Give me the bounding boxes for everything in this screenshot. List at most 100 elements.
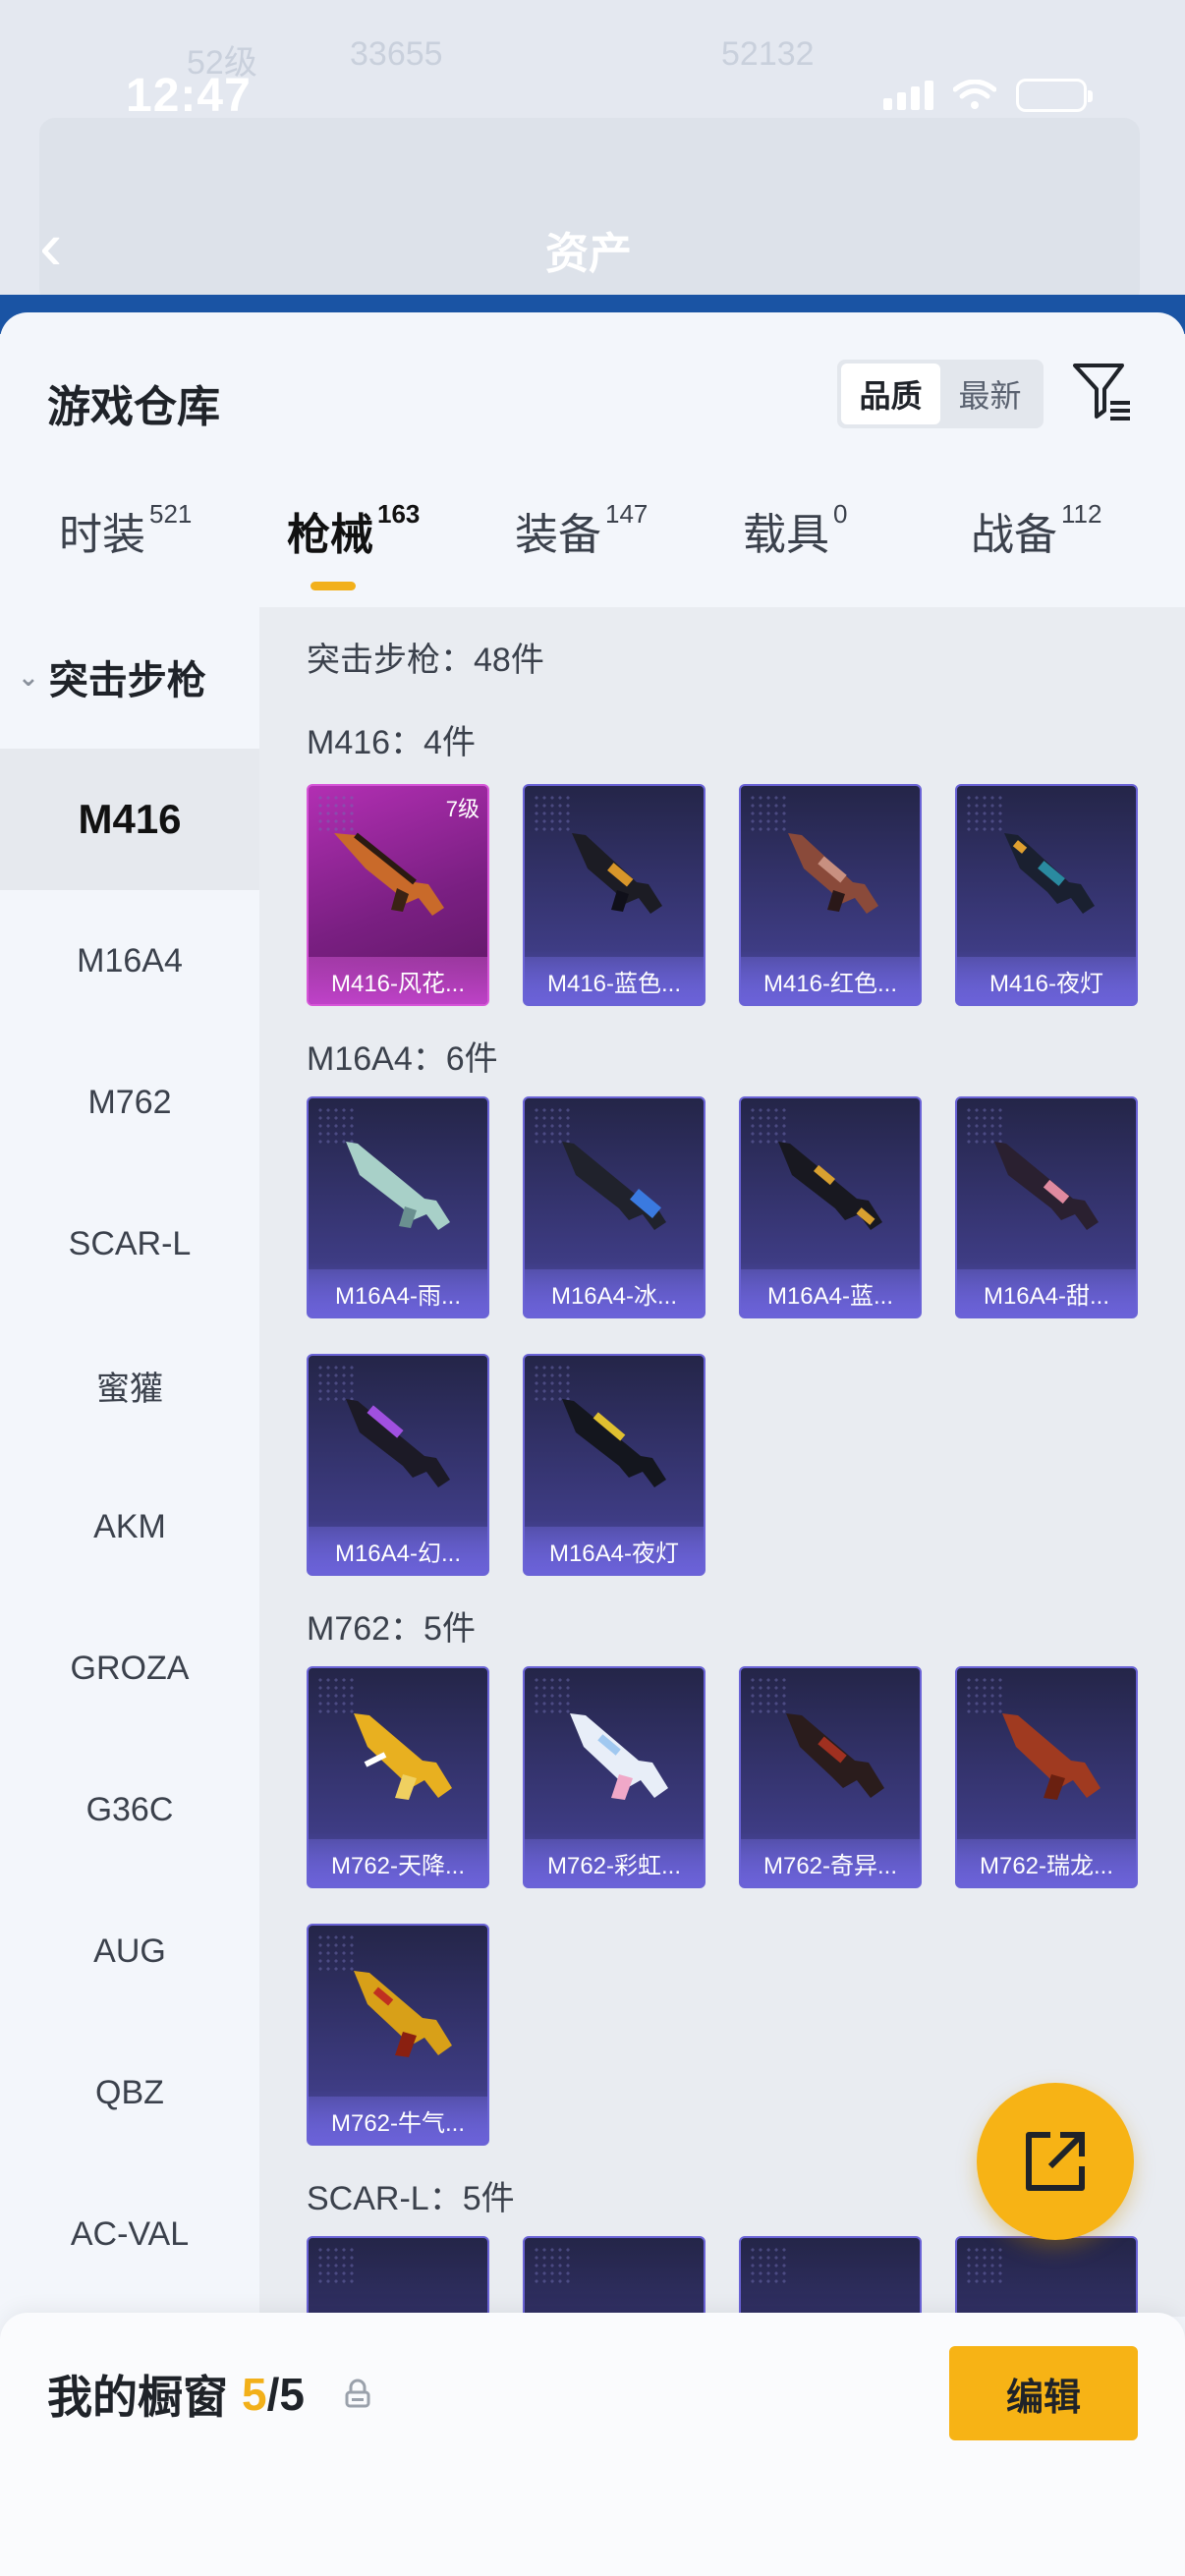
sort-toggle: 品质 最新	[837, 360, 1044, 428]
skin-card[interactable]: M762-瑞龙...	[955, 1666, 1138, 1888]
skin-name: M762-彩虹...	[525, 1839, 704, 1886]
level-badge: 7级	[445, 797, 480, 821]
skin-name: M762-瑞龙...	[957, 1839, 1136, 1886]
skin-card[interactable]: M762-彩虹...	[523, 1666, 705, 1888]
showcase-bar: 我的橱窗 5 /5 编辑	[0, 2313, 1185, 2576]
tab-count: 112	[1061, 499, 1102, 529]
tab-supplies[interactable]: 战备 112	[971, 499, 1101, 562]
rifle-icon	[788, 833, 878, 914]
tab-label: 载具	[743, 511, 829, 559]
rifle-icon	[1004, 833, 1095, 914]
tab-count: 521	[149, 499, 193, 529]
skin-name: M762-牛气...	[309, 2097, 487, 2144]
skin-name: M16A4-雨...	[309, 1269, 487, 1316]
skin-card[interactable]	[739, 2236, 922, 2317]
lock-icon	[345, 2379, 370, 2408]
showcase-total: /5	[266, 2369, 305, 2420]
card-pattern	[316, 2246, 356, 2285]
group-header: SCAR-L：5件	[307, 2180, 515, 2217]
sidebar-item-scar-l[interactable]: SCAR-L	[0, 1173, 259, 1315]
chevron-down-icon: ⌄	[18, 661, 39, 692]
tab-label: 战备	[971, 511, 1057, 559]
tab-label: 时装	[59, 511, 145, 559]
weapon-sidebar: ⌄ 突击步枪 M416 M16A4 M762 SCAR-L 蜜獾 AKM GRO…	[0, 607, 259, 2576]
showcase-current-count: 5	[242, 2369, 267, 2420]
showcase-title: 我的橱窗	[47, 2372, 228, 2423]
sidebar-category[interactable]: ⌄ 突击步枪	[18, 648, 206, 705]
sidebar-item-qbz[interactable]: QBZ	[0, 2022, 259, 2163]
rifle-icon	[346, 1399, 450, 1487]
skin-card[interactable]: M16A4-雨...	[307, 1096, 489, 1318]
tab-bar: 时装 521 枪械 163 装备 147 载具 0 战备 112	[0, 499, 1185, 597]
edit-button[interactable]: 编辑	[949, 2346, 1138, 2440]
tab-label: 枪械	[287, 511, 373, 559]
tab-count: 163	[377, 499, 421, 529]
share-icon	[1026, 2132, 1085, 2191]
group-header: M416：4件	[307, 724, 476, 761]
skin-card[interactable]	[955, 2236, 1138, 2317]
rifle-icon	[786, 1713, 884, 1798]
rifle-icon	[570, 1713, 668, 1800]
rifle-icon	[778, 1142, 882, 1230]
rifle-icon	[334, 832, 444, 916]
skin-card[interactable]: M416-红色...	[739, 784, 922, 1006]
back-icon[interactable]: ‹	[39, 206, 62, 285]
skin-card[interactable]: M416-夜灯	[955, 784, 1138, 1006]
skin-card[interactable]	[307, 2236, 489, 2317]
tab-active-indicator	[310, 582, 356, 590]
status-time: 12:47	[126, 70, 252, 122]
sidebar-item-m416[interactable]: M416	[0, 749, 259, 890]
skin-name: M762-奇异...	[741, 1839, 920, 1886]
sort-quality-button[interactable]: 品质	[841, 364, 940, 424]
skin-card[interactable]: M16A4-幻...	[307, 1354, 489, 1576]
skin-card[interactable]: M16A4-蓝...	[739, 1096, 922, 1318]
tab-count: 147	[605, 499, 649, 529]
card-pattern	[533, 2246, 572, 2285]
skin-card[interactable]: M762-牛气...	[307, 1924, 489, 2146]
skin-card[interactable]: M16A4-冰...	[523, 1096, 705, 1318]
rifle-icon	[562, 1399, 666, 1487]
rifle-icon	[346, 1142, 450, 1230]
group-header: M762：5件	[307, 1610, 476, 1648]
skin-card[interactable]	[523, 2236, 705, 2317]
rifle-icon	[354, 1713, 452, 1800]
wifi-icon	[953, 80, 996, 109]
group-header: M16A4：6件	[307, 1040, 498, 1078]
tab-label: 装备	[515, 511, 601, 559]
skin-card[interactable]: M762-天降...	[307, 1666, 489, 1888]
sidebar-item-m762[interactable]: M762	[0, 1032, 259, 1173]
skin-name: M416-红色...	[741, 957, 920, 1004]
filter-icon[interactable]	[1071, 360, 1134, 422]
bg-page-title: 资产	[545, 230, 632, 278]
skin-name: M16A4-甜...	[957, 1269, 1136, 1316]
category-header: 突击步枪：48件	[307, 642, 544, 679]
skin-card[interactable]: M416-蓝色...	[523, 784, 705, 1006]
tab-vehicles[interactable]: 载具 0	[743, 499, 847, 562]
sort-latest-button[interactable]: 最新	[940, 364, 1040, 424]
skin-card[interactable]: M16A4-甜...	[955, 1096, 1138, 1318]
sidebar-item-groza[interactable]: GROZA	[0, 1597, 259, 1739]
skin-name: M16A4-冰...	[525, 1269, 704, 1316]
sidebar-item-m16a4[interactable]: M16A4	[0, 890, 259, 1032]
sidebar-item-akm[interactable]: AKM	[0, 1456, 259, 1597]
skin-name: M416-蓝色...	[525, 957, 704, 1004]
bg-score: 33655	[350, 35, 443, 73]
card-pattern	[965, 2246, 1004, 2285]
skin-card[interactable]: 7级 M416-风花...	[307, 784, 489, 1006]
battery-icon	[1016, 79, 1093, 112]
sidebar-item-ac-val[interactable]: AC-VAL	[0, 2163, 259, 2305]
skin-name: M16A4-幻...	[309, 1527, 487, 1574]
sidebar-item-honey-badger[interactable]: 蜜獾	[0, 1315, 259, 1456]
skin-card[interactable]: M16A4-夜灯	[523, 1354, 705, 1576]
tab-equipment[interactable]: 装备 147	[515, 499, 648, 562]
skin-name: M762-天降...	[309, 1839, 487, 1886]
rifle-icon	[994, 1142, 1099, 1230]
sidebar-item-aug[interactable]: AUG	[0, 1880, 259, 2022]
sidebar-item-g36c[interactable]: G36C	[0, 1739, 259, 1880]
item-grid-area: 突击步枪：48件 M416：4件 7级 M416-风花... M416-蓝色..…	[259, 607, 1185, 2317]
skin-card[interactable]: M762-奇异...	[739, 1666, 922, 1888]
tab-guns[interactable]: 枪械 163	[287, 499, 420, 562]
tab-fashion[interactable]: 时装 521	[59, 499, 192, 562]
rifle-icon	[562, 1142, 666, 1230]
share-button[interactable]	[977, 2083, 1134, 2240]
